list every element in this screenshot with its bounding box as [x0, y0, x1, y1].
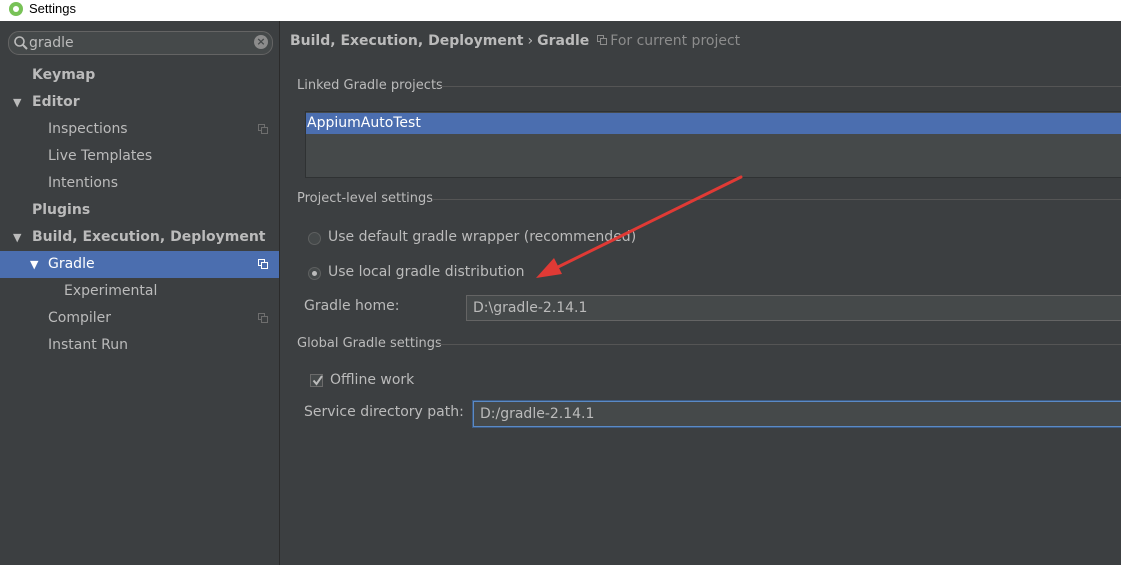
breadcrumb-separator: ›	[527, 33, 534, 49]
sidebar-item-label: Gradle	[48, 256, 95, 272]
expand-arrow-icon[interactable]: ▼	[13, 224, 21, 251]
linked-projects-list[interactable]: AppiumAutoTest	[305, 111, 1121, 178]
sidebar-item-label: Plugins	[32, 202, 91, 218]
sidebar-item-inspections[interactable]: Inspections	[0, 116, 279, 143]
project-scope-icon	[258, 313, 268, 323]
breadcrumb: Build, Execution, Deployment › Gradle For …	[290, 33, 740, 49]
sidebar-item-label: Compiler	[48, 310, 112, 326]
sidebar-item-label: Inspections	[48, 121, 128, 137]
section-title-linked-projects: Linked Gradle projects	[297, 78, 443, 93]
sidebar-item-compiler[interactable]: Compiler	[0, 305, 279, 332]
sidebar-item-experimental[interactable]: Experimental	[0, 278, 279, 305]
settings-content: Build, Execution, Deployment › Gradle For …	[280, 21, 1121, 565]
gradle-home-field[interactable]	[466, 295, 1121, 321]
service-directory-label: Service directory path:	[304, 404, 464, 420]
sidebar-item-label: Live Templates	[48, 148, 153, 164]
sidebar-item-editor[interactable]: ▼ Editor	[0, 89, 279, 116]
search-input[interactable]	[29, 32, 249, 54]
sidebar-item-label: Intentions	[48, 175, 119, 191]
sidebar-item-label: Editor	[32, 94, 80, 110]
option-local-distribution-label[interactable]: Use local gradle distribution	[328, 264, 525, 280]
expand-arrow-icon[interactable]: ▼	[13, 89, 21, 116]
sidebar-item-plugins[interactable]: Plugins	[0, 197, 279, 224]
project-scope-icon	[258, 259, 268, 269]
radio-local-distribution[interactable]	[308, 267, 321, 280]
sidebar-item-label: Keymap	[32, 67, 96, 83]
offline-work-checkbox[interactable]	[310, 374, 323, 387]
search-icon	[14, 36, 28, 50]
clear-search-icon[interactable]: ×	[254, 35, 268, 49]
section-title-global-settings: Global Gradle settings	[297, 336, 442, 351]
sidebar-item-intentions[interactable]: Intentions	[0, 170, 279, 197]
service-directory-field[interactable]	[473, 401, 1121, 427]
radio-default-wrapper[interactable]	[308, 232, 321, 245]
checkmark-icon	[312, 375, 323, 386]
expand-arrow-icon[interactable]: ▼	[30, 251, 38, 278]
service-directory-input[interactable]	[474, 402, 1121, 426]
sidebar-item-live-templates[interactable]: Live Templates	[0, 143, 279, 170]
breadcrumb-current: Gradle	[537, 33, 590, 49]
android-studio-icon	[9, 2, 23, 16]
offline-work-label[interactable]: Offline work	[330, 372, 414, 388]
window-title: Settings	[29, 1, 76, 16]
sidebar-item-label: Experimental	[64, 283, 158, 299]
project-scope-icon	[597, 35, 608, 45]
sidebar-item-gradle[interactable]: ▼ Gradle	[0, 251, 279, 278]
sidebar-item-build-execution-deployment[interactable]: ▼ Build, Execution, Deployment	[0, 224, 279, 251]
list-item[interactable]: AppiumAutoTest	[306, 113, 1121, 134]
gradle-home-input[interactable]	[467, 296, 1121, 320]
settings-sidebar: × Keymap ▼ Editor Inspections Live Templ…	[0, 21, 280, 565]
project-scope-icon	[258, 124, 268, 134]
sidebar-item-label: Build, Execution, Deployment	[32, 229, 266, 245]
gradle-home-label: Gradle home:	[304, 298, 400, 314]
sidebar-item-label: Instant Run	[48, 337, 129, 353]
search-box[interactable]: ×	[8, 31, 273, 55]
section-divider	[432, 199, 1121, 200]
scope-label: For current project	[610, 33, 741, 49]
option-default-wrapper-label[interactable]: Use default gradle wrapper (recommended)	[328, 229, 636, 245]
section-divider	[440, 86, 1121, 87]
section-divider	[437, 344, 1121, 345]
breadcrumb-parent[interactable]: Build, Execution, Deployment	[290, 33, 524, 49]
section-title-project-settings: Project-level settings	[297, 191, 434, 206]
sidebar-item-instant-run[interactable]: Instant Run	[0, 332, 279, 359]
sidebar-item-keymap[interactable]: Keymap	[0, 62, 279, 89]
window-titlebar: Settings	[0, 0, 1121, 21]
